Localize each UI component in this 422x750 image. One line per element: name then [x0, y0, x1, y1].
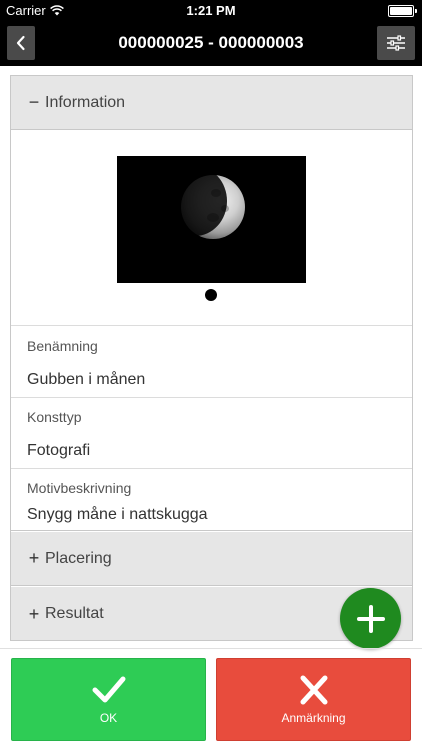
collapse-icon: −: [28, 92, 40, 112]
image-carousel[interactable]: [11, 130, 412, 326]
footer-divider: [0, 648, 422, 649]
artwork-photo[interactable]: [117, 156, 306, 283]
section-information-header[interactable]: − Information: [11, 76, 412, 130]
expand-icon: +: [28, 548, 40, 568]
clock: 1:21 PM: [186, 3, 236, 18]
settings-button[interactable]: [377, 26, 415, 60]
field-value[interactable]: Snygg måne i nattskugga: [27, 506, 208, 524]
ok-button[interactable]: OK: [11, 658, 206, 741]
remark-button-label: Anmärkning: [281, 711, 346, 725]
details-panel: − Information Benämning Gubben i månen K…: [10, 75, 413, 641]
plus-icon: [356, 604, 385, 633]
nav-bar: 000000025 - 000000003: [0, 22, 422, 66]
chevron-left-icon: [16, 35, 25, 51]
field-value[interactable]: Gubben i månen: [27, 371, 145, 389]
battery-fill: [390, 7, 412, 15]
field-value[interactable]: Fotografi: [27, 442, 90, 460]
battery-icon: [388, 5, 417, 17]
back-button[interactable]: [7, 26, 35, 60]
close-icon: [300, 675, 327, 705]
field-label: Konsttyp: [27, 409, 82, 425]
status-bar: Carrier 1:21 PM: [0, 0, 422, 22]
ok-button-label: OK: [99, 711, 118, 725]
add-button[interactable]: [340, 588, 401, 649]
checkmark-icon: [92, 676, 125, 703]
field-label: Benämning: [27, 338, 98, 354]
app-screen: Carrier 1:21 PM 000000025 - 000000003 − …: [0, 0, 422, 750]
sliders-icon: [387, 35, 405, 51]
field-label: Motivbeskrivning: [27, 480, 132, 496]
moon-shadow: [163, 166, 227, 236]
pager-dot[interactable]: [205, 289, 217, 301]
field-benamning: Benämning Gubben i månen: [11, 326, 412, 398]
expand-icon: +: [28, 603, 40, 624]
page-title: 000000025 - 000000003: [118, 33, 304, 52]
remark-button[interactable]: Anmärkning: [216, 658, 411, 741]
section-information-label: Information: [45, 93, 126, 111]
field-konsttyp: Konsttyp Fotografi: [11, 398, 412, 469]
section-resultat-label: Resultat: [45, 605, 104, 622]
section-placering-header[interactable]: + Placering: [11, 532, 412, 586]
field-motivbeskrivning: Motivbeskrivning Snygg måne i nattskugga: [11, 469, 412, 531]
section-placering-label: Placering: [45, 549, 112, 567]
